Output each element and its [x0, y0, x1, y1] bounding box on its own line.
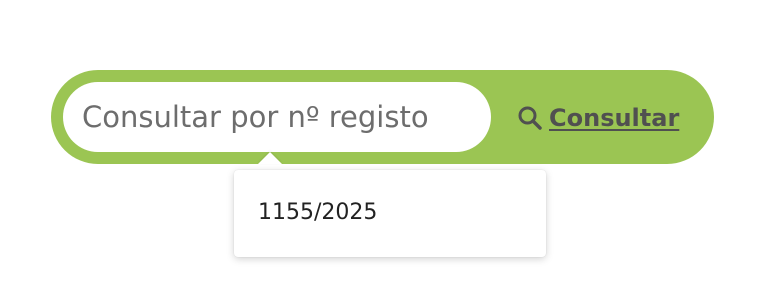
suggestion-item[interactable]: 1155/2025 — [258, 200, 377, 225]
search-icon — [517, 105, 543, 131]
suggestion-dropdown: 1155/2025 — [234, 170, 546, 257]
consultar-button[interactable]: Consultar — [517, 98, 679, 138]
search-input[interactable] — [63, 82, 491, 152]
suggestion-pointer — [258, 152, 282, 164]
search-bar: Consultar — [51, 70, 714, 164]
consultar-button-label: Consultar — [549, 104, 680, 132]
